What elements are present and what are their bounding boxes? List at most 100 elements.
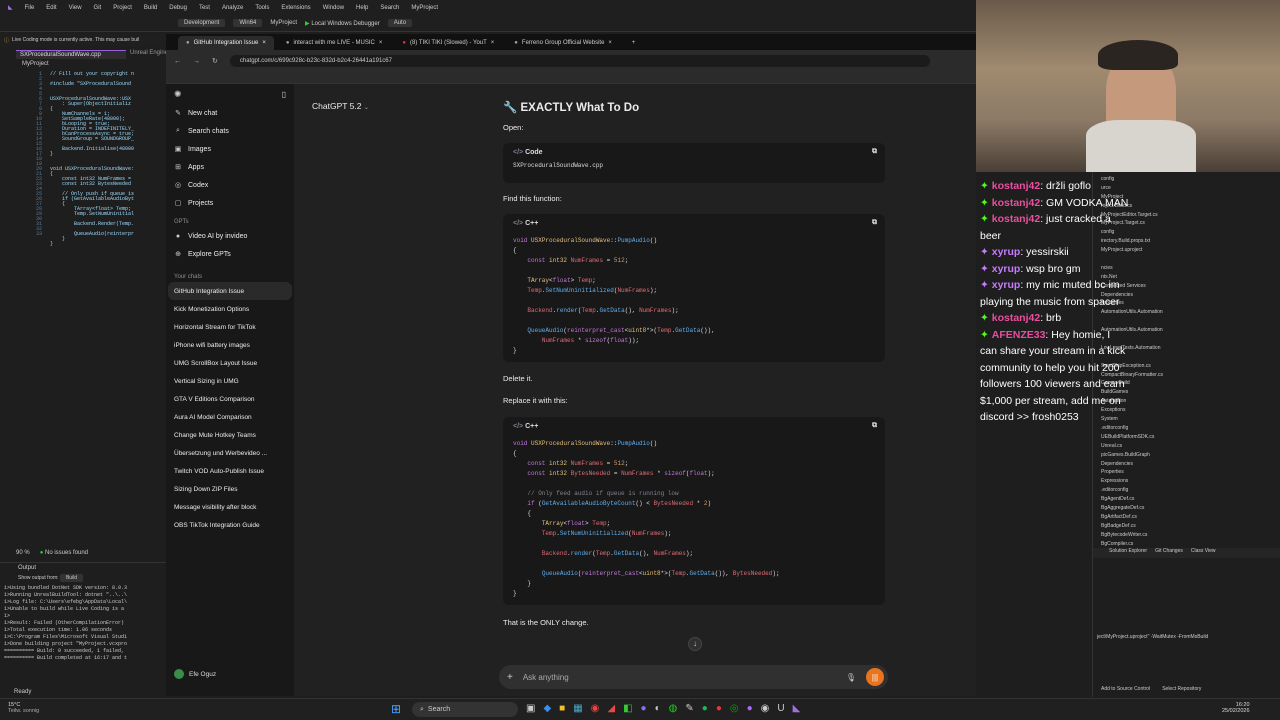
composer-input[interactable]: Ask anything — [523, 673, 846, 682]
project-select[interactable]: MyProject — [270, 20, 297, 26]
add-to-source-control[interactable]: Add to Source Control — [1101, 686, 1150, 692]
chat-history-item[interactable]: iPhone wifi battery images — [166, 336, 294, 354]
mic-icon[interactable]: 🎙 — [846, 673, 856, 682]
menu-item[interactable]: MyProject — [411, 5, 438, 11]
sidebar-item[interactable]: ✎ New chat — [166, 104, 294, 122]
menu-item[interactable]: Search — [380, 5, 399, 11]
file-explorer-icon[interactable]: ■ — [559, 703, 565, 714]
visual-studio-icon[interactable]: ◣ — [793, 703, 801, 714]
app-icon[interactable]: ● — [716, 703, 722, 714]
vs-logo-icon[interactable]: ◣ — [8, 4, 13, 11]
chat-history-item[interactable]: Aura AI Model Comparison — [166, 408, 294, 426]
menu-item[interactable]: Test — [199, 5, 210, 11]
solution-tree-item[interactable]: Unreal.cs — [1093, 443, 1280, 452]
plus-icon[interactable]: + — [507, 672, 513, 683]
solution-tree-item[interactable]: BgBytecodeWriter.cs — [1093, 532, 1280, 541]
app-icon[interactable]: ● — [747, 703, 753, 714]
task-view-icon[interactable]: ▣ — [526, 703, 535, 714]
user-profile[interactable]: Efe Oguz — [174, 669, 216, 679]
solution-tree-item[interactable]: UEBuildPlatformSDK.cs — [1093, 434, 1280, 443]
solution-tree-item[interactable]: Expressions — [1093, 478, 1280, 487]
chat-history-item[interactable]: Übersetzung und Werbevideo ... — [166, 444, 294, 462]
select-repository[interactable]: Select Repository — [1162, 686, 1201, 692]
browser-tab[interactable]: ● GitHub Integration Issue × — [178, 36, 274, 50]
config-select[interactable]: Development — [178, 19, 226, 27]
solution-tree-item[interactable]: BgAgentDef.cs — [1093, 496, 1280, 505]
chat-history-item[interactable]: Vertical Sizing in UMG — [166, 372, 294, 390]
taskbar-search[interactable]: ⌕ Search — [412, 702, 518, 717]
chat-history-item[interactable]: Change Mute Hotkey Teams — [166, 426, 294, 444]
browser-tab[interactable]: ● (8) TIKI TIKI (Slowed) - YouT × — [394, 36, 502, 50]
menu-item[interactable]: Help — [356, 5, 368, 11]
editor-tab[interactable]: SXProceduralSoundWave.cpp — [16, 50, 126, 59]
chat-history-item[interactable]: UMG ScrollBox Layout Issue — [166, 354, 294, 372]
model-selector[interactable]: ChatGPT 5.2 ⌄ — [312, 101, 369, 111]
discord-icon[interactable]: ● — [641, 703, 647, 714]
sidebar-item[interactable]: ◎ Codex — [166, 176, 294, 194]
windows-start-icon[interactable]: ⊞ — [391, 702, 401, 716]
code-editor[interactable]: // Fill out your copyright n #include "S… — [50, 72, 134, 247]
composer[interactable]: + Ask anything 🎙 ||| — [499, 665, 888, 689]
weather-widget[interactable]: 15°C Teilw. sonnig — [8, 702, 39, 714]
spotify-icon[interactable]: ● — [702, 703, 708, 714]
menu-item[interactable]: Edit — [46, 5, 56, 11]
menu-item[interactable]: View — [69, 5, 82, 11]
new-tab-icon[interactable]: + — [624, 36, 644, 50]
solution-tree-item[interactable]: BgArtifactDef.cs — [1093, 514, 1280, 523]
editor-tab-2[interactable]: Unreal Engine — [130, 50, 168, 59]
chat-history-item[interactable]: Horizontal Stream for TikTok — [166, 318, 294, 336]
copy-icon[interactable]: ⧉ — [872, 219, 877, 227]
app-icon[interactable]: ◐ — [655, 703, 661, 714]
forward-icon[interactable]: → — [193, 58, 200, 65]
whatsapp-icon[interactable]: ◍ — [669, 703, 678, 714]
close-icon[interactable]: × — [491, 40, 495, 46]
menu-item[interactable]: Window — [323, 5, 344, 11]
solution-tab[interactable]: Git Changes — [1155, 548, 1183, 558]
reload-icon[interactable]: ↻ — [212, 57, 218, 65]
sidebar-item[interactable]: ● Video AI by invideo — [166, 227, 294, 245]
app-icon[interactable]: ◧ — [623, 703, 632, 714]
sidebar-item[interactable]: ⌕ Search chats — [166, 122, 294, 140]
project-dropdown[interactable]: MyProject — [0, 59, 170, 67]
app-icon[interactable]: ◉ — [761, 703, 770, 714]
url-field[interactable]: chatgpt.com/c/699c928c-b23c-832d-b2c4-26… — [229, 55, 930, 67]
unreal-icon[interactable]: U — [777, 703, 784, 714]
solution-tree-item[interactable]: picGames.BuildGraph — [1093, 452, 1280, 461]
scroll-down-icon[interactable]: ↓ — [688, 637, 702, 651]
menu-item[interactable]: Tools — [255, 5, 269, 11]
copy-icon[interactable]: ⧉ — [872, 148, 877, 156]
solution-tab[interactable]: Solution Explorer — [1109, 548, 1147, 558]
chat-history-item[interactable]: Sizing Down ZIP Files — [166, 480, 294, 498]
clock[interactable]: 16:20 25/02/2026 — [1222, 702, 1250, 714]
solution-tree-item[interactable]: BgAggregateDef.cs — [1093, 505, 1280, 514]
platform-select[interactable]: Win64 — [233, 19, 263, 27]
sidebar-item[interactable]: ▢ Projects — [166, 194, 294, 212]
menu-item[interactable]: Build — [144, 5, 157, 11]
solution-tree-item[interactable]: Properties — [1093, 469, 1280, 478]
menu-item[interactable]: Git — [94, 5, 102, 11]
menu-item[interactable]: File — [25, 5, 35, 11]
browser-tab[interactable]: ● Ferreno Group Official Website × — [506, 36, 620, 50]
chat-history-item[interactable]: Message visibility after block — [166, 498, 294, 516]
solution-tab[interactable]: Class View — [1191, 548, 1216, 558]
menu-item[interactable]: Debug — [169, 5, 187, 11]
chat-history-item[interactable]: OBS TikTok Integration Guide — [166, 516, 294, 534]
close-icon[interactable]: × — [608, 40, 612, 46]
menu-item[interactable]: Extensions — [281, 5, 310, 11]
browser-tab[interactable]: ● interact with me LIVE - MUSIC × — [278, 36, 391, 50]
app-icon[interactable]: ◎ — [730, 703, 739, 714]
menu-item[interactable]: Analyze — [222, 5, 243, 11]
sidebar-item[interactable]: ⊕ Explore GPTs — [166, 245, 294, 263]
back-icon[interactable]: ← — [174, 58, 181, 65]
solution-tree-item[interactable]: BgBadgeDef.cs — [1093, 523, 1280, 532]
sidebar-item[interactable]: ▣ Images — [166, 140, 294, 158]
menu-item[interactable]: Project — [113, 5, 132, 11]
voice-mode-icon[interactable]: ||| — [866, 668, 884, 686]
auto-select[interactable]: Auto — [387, 19, 413, 27]
app-icon[interactable]: ◢ — [607, 703, 615, 714]
chat-history-item[interactable]: GTA V Editions Comparison — [166, 390, 294, 408]
copy-icon[interactable]: ⧉ — [872, 422, 877, 430]
close-icon[interactable]: × — [262, 40, 266, 46]
sidebar-toggle-icon[interactable]: ▯ — [282, 90, 286, 99]
chat-history-item[interactable]: GitHub Integration Issue — [168, 282, 292, 300]
